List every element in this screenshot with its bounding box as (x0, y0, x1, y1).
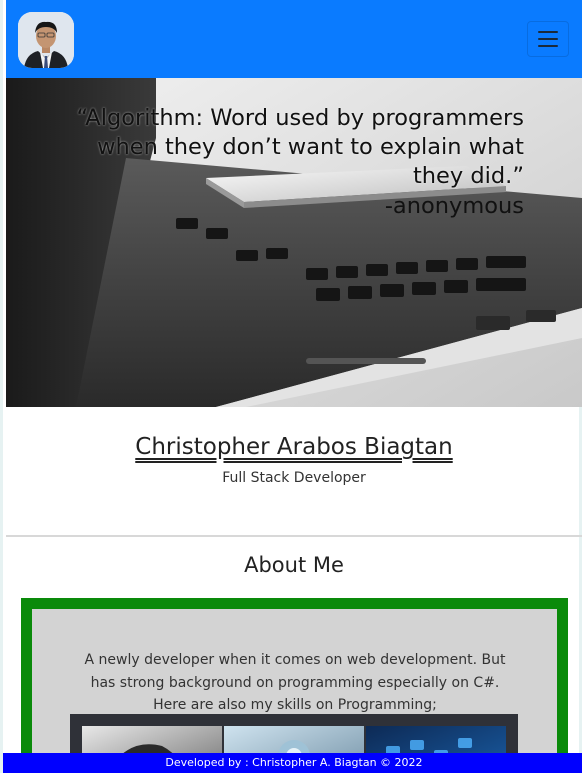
hero-quote-author: -anonymous (384, 193, 524, 219)
profile-photo-icon (18, 12, 74, 68)
hamburger-menu-button[interactable] (527, 21, 569, 57)
hamburger-menu-icon (538, 31, 558, 33)
profile-avatar[interactable] (18, 12, 74, 68)
navbar (6, 0, 582, 78)
about-box: A newly developer when it comes on web d… (21, 598, 568, 773)
profile-section: Christopher Arabos Biagtan Full Stack De… (6, 407, 582, 537)
footer: Developed by : Christopher A. Biagtan © … (3, 753, 582, 773)
hero-banner: “Algorithm: Word used by programmers whe… (6, 78, 582, 407)
hero-quote: “Algorithm: Word used by programmers whe… (76, 105, 524, 189)
profile-name: Christopher Arabos Biagtan (135, 434, 453, 460)
about-text: A newly developer when it comes on web d… (84, 652, 506, 713)
about-title: About Me (244, 553, 344, 577)
profile-role: Full Stack Developer (222, 470, 366, 486)
